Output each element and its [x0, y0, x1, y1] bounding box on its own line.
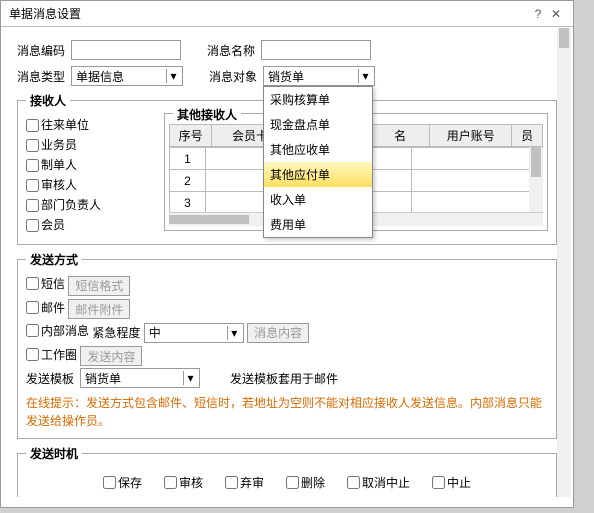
- workcircle-checkbox[interactable]: 工作圈: [26, 346, 77, 363]
- dropdown-option[interactable]: 其他应付单: [264, 162, 372, 187]
- tpl-select[interactable]: 销货单 ▾: [80, 368, 200, 388]
- target-label: 消息对象: [209, 68, 263, 85]
- mail-checkbox[interactable]: 邮件: [26, 299, 65, 316]
- recipient-checkbox[interactable]: 部门负责人: [26, 196, 156, 213]
- recipients-list: 往来单位业务员制单人审核人部门负责人会员: [26, 113, 156, 236]
- urgency-label: 紧急程度: [92, 326, 140, 340]
- send-method-legend: 发送方式: [26, 251, 82, 268]
- timing-checkbox[interactable]: 审核: [164, 474, 203, 491]
- target-select[interactable]: 销货单 ▾: [263, 66, 375, 86]
- timing-checkbox[interactable]: 取消中止: [347, 474, 410, 491]
- dropdown-option[interactable]: 费用单: [264, 212, 372, 237]
- online-hint: 在线提示：发送方式包含邮件、短信时，若地址为空则不能对相应接收人发送信息。内部消…: [26, 394, 548, 430]
- circle-content-button[interactable]: 发送内容: [80, 346, 142, 366]
- scrollbar-thumb[interactable]: [531, 147, 541, 177]
- urgency-select[interactable]: 中 ▾: [144, 323, 244, 343]
- column-header[interactable]: 员: [512, 125, 543, 147]
- column-header[interactable]: 序号: [170, 125, 212, 147]
- scrollbar-thumb[interactable]: [559, 28, 569, 48]
- chevron-down-icon: ▾: [183, 371, 197, 385]
- tpl-label: 发送模板: [26, 370, 80, 387]
- tpl-note: 发送模板套用于邮件: [230, 370, 338, 387]
- dropdown-option[interactable]: 现金盘点单: [264, 112, 372, 137]
- internal-checkbox[interactable]: 内部消息: [26, 322, 89, 339]
- recipient-checkbox[interactable]: 会员: [26, 216, 156, 233]
- help-icon[interactable]: ?: [529, 7, 547, 21]
- mail-attach-button[interactable]: 邮件附件: [68, 299, 130, 319]
- dropdown-option[interactable]: 收入单: [264, 187, 372, 212]
- dialog-title: 单据消息设置: [9, 5, 529, 22]
- name-label: 消息名称: [207, 42, 261, 59]
- close-icon[interactable]: ✕: [547, 7, 565, 21]
- target-dropdown: 采购核算单现金盘点单其他应收单其他应付单收入单费用单: [263, 86, 373, 238]
- send-method-fieldset: 发送方式 短信 短信格式 邮件 邮件附件 内部消息 紧急程度 中 ▾ 消息内容 …: [17, 251, 557, 439]
- chevron-down-icon: ▾: [227, 326, 241, 340]
- code-label: 消息编码: [17, 42, 71, 59]
- recipient-checkbox[interactable]: 审核人: [26, 176, 156, 193]
- column-header[interactable]: 用户账号: [430, 125, 512, 147]
- dropdown-option[interactable]: 采购核算单: [264, 87, 372, 112]
- other-recipients-legend: 其他接收人: [173, 106, 241, 123]
- column-header[interactable]: 名: [371, 125, 430, 147]
- name-input[interactable]: [261, 40, 371, 60]
- timing-legend: 发送时机: [26, 445, 82, 462]
- dialog-window: 单据消息设置 ? ✕ 消息编码 消息名称 消息类型 单据信息 ▾ 消息对象 销货…: [0, 0, 574, 508]
- type-select[interactable]: 单据信息 ▾: [71, 66, 183, 86]
- content-area: 消息编码 消息名称 消息类型 单据信息 ▾ 消息对象 销货单 ▾ 采购核算单现金…: [1, 28, 573, 497]
- titlebar: 单据消息设置 ? ✕: [1, 1, 573, 27]
- target-value: 销货单: [268, 68, 304, 85]
- sms-format-button[interactable]: 短信格式: [68, 276, 130, 296]
- timing-checkbox[interactable]: 删除: [286, 474, 325, 491]
- timing-checkbox[interactable]: 保存: [103, 474, 142, 491]
- chevron-down-icon: ▾: [166, 69, 180, 83]
- chevron-down-icon: ▾: [358, 69, 372, 83]
- timing-fieldset: 发送时机 保存 审核 弃审 删除 取消中止 中止: [17, 445, 557, 497]
- recipient-checkbox[interactable]: 业务员: [26, 136, 156, 153]
- scrollbar-thumb[interactable]: [169, 215, 249, 224]
- recipient-checkbox[interactable]: 往来单位: [26, 116, 156, 133]
- timing-checkbox[interactable]: 中止: [432, 474, 471, 491]
- timing-checkbox[interactable]: 弃审: [225, 474, 264, 491]
- grid-vscrollbar[interactable]: [529, 147, 543, 212]
- code-input[interactable]: [71, 40, 181, 60]
- type-value: 单据信息: [76, 68, 124, 85]
- recipients-legend: 接收人: [26, 92, 70, 109]
- timing-options: 保存 审核 弃审 删除 取消中止 中止: [26, 466, 548, 495]
- content-scrollbar[interactable]: [557, 28, 571, 497]
- msg-content-button[interactable]: 消息内容: [247, 323, 309, 343]
- sms-checkbox[interactable]: 短信: [26, 275, 65, 292]
- type-label: 消息类型: [17, 68, 71, 85]
- dropdown-option[interactable]: 其他应收单: [264, 137, 372, 162]
- recipient-checkbox[interactable]: 制单人: [26, 156, 156, 173]
